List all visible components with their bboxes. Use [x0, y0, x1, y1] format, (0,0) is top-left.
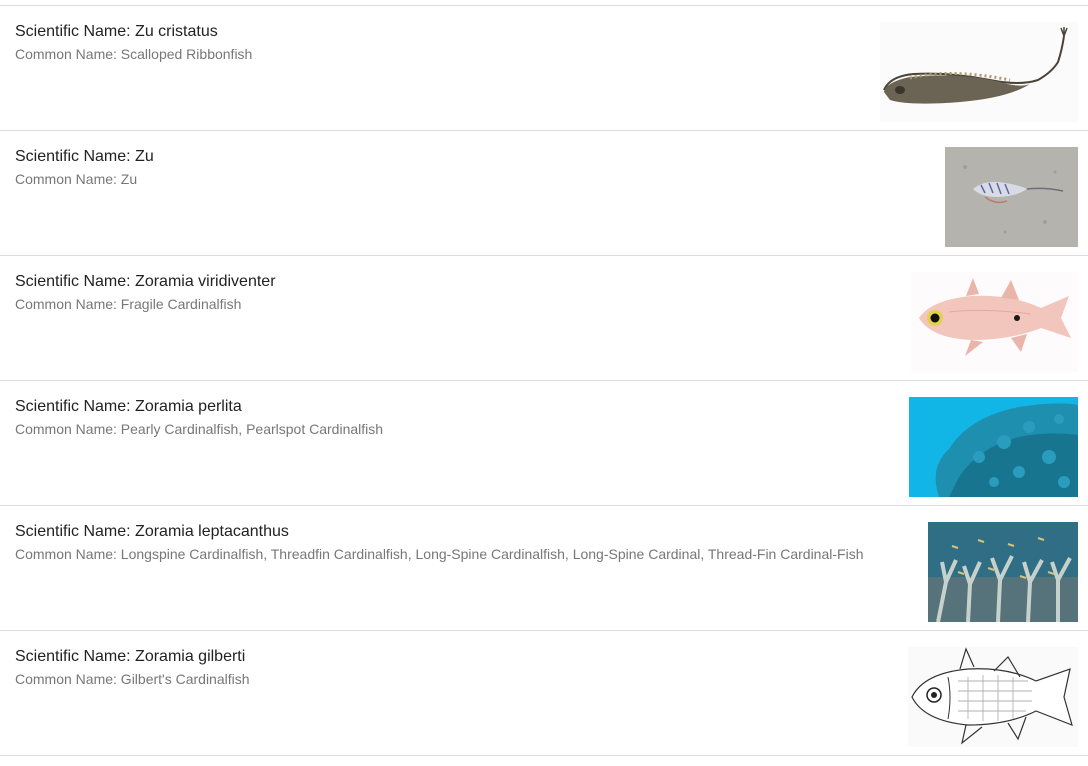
species-thumbnail[interactable] — [928, 522, 1078, 622]
list-item[interactable]: Scientific Name: Zoramia viridiventer Co… — [0, 256, 1088, 381]
common-name: Common Name: Zu — [15, 171, 138, 187]
list-item[interactable]: Scientific Name: Zu Common Name: Zu — [0, 131, 1088, 256]
common-name: Common Name: Fragile Cardinalfish — [15, 296, 242, 312]
species-thumbnail[interactable] — [909, 397, 1078, 497]
common-name: Common Name: Pearly Cardinalfish, Pearls… — [15, 421, 384, 437]
common-name: Common Name: Gilbert's Cardinalfish — [15, 671, 250, 687]
scientific-name: Scientific Name: Zu cristatus — [15, 23, 218, 40]
list-item[interactable]: Scientific Name: Zoramia perlita Common … — [0, 381, 1088, 506]
scientific-name: Scientific Name: Zoramia gilberti — [15, 648, 246, 665]
list-item[interactable]: Scientific Name: Zoramia leptacanthus Co… — [0, 506, 1088, 631]
scientific-name: Scientific Name: Zoramia leptacanthus — [15, 523, 289, 540]
list-item[interactable]: Scientific Name: Zoramia gilberti Common… — [0, 631, 1088, 756]
scientific-name: Scientific Name: Zoramia viridiventer — [15, 273, 276, 290]
species-thumbnail[interactable] — [908, 647, 1078, 747]
species-list: Scientific Name: Zu cristatus Common Nam… — [0, 0, 1088, 766]
species-thumbnail[interactable] — [880, 22, 1078, 122]
list-item[interactable]: Scientific Name: Zu cristatus Common Nam… — [0, 6, 1088, 131]
common-name: Common Name: Longspine Cardinalfish, Thr… — [15, 546, 864, 562]
species-thumbnail[interactable] — [911, 272, 1078, 372]
common-name: Common Name: Scalloped Ribbonfish — [15, 46, 253, 62]
species-thumbnail[interactable] — [945, 147, 1078, 247]
scientific-name: Scientific Name: Zu — [15, 148, 154, 165]
scientific-name: Scientific Name: Zoramia perlita — [15, 398, 242, 415]
